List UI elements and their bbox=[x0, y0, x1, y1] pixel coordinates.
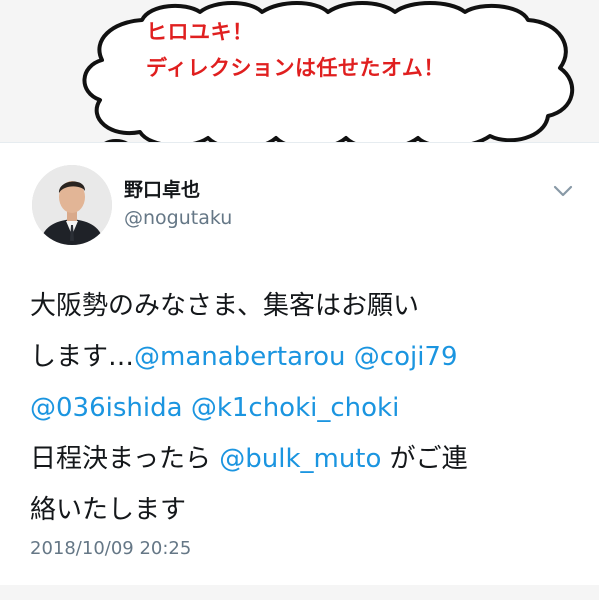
bubble-line-2: ディレクションは任せたオム！ bbox=[146, 56, 445, 80]
tweet-timestamp[interactable]: 2018/10/09 20:25 bbox=[30, 538, 191, 559]
bottom-band bbox=[0, 585, 599, 600]
tweet-text-segment: します… bbox=[30, 342, 135, 372]
tweet-line-3: @036ishida @k1choki_choki bbox=[30, 383, 578, 434]
tweet-text-segment: がご連 bbox=[389, 444, 468, 474]
chevron-down-icon[interactable] bbox=[552, 183, 574, 199]
tweet-text-segment: 日程決まったら bbox=[30, 444, 211, 474]
mention-link[interactable]: @bulk_muto bbox=[219, 444, 381, 474]
tweet-text-segment: 絡いたします bbox=[30, 495, 187, 525]
profile-photo-icon bbox=[32, 165, 112, 245]
mention-link[interactable]: @coji79 bbox=[354, 342, 458, 372]
tweet-line-5: 絡いたします bbox=[30, 485, 578, 536]
tweet-text-segment: 大阪勢のみなさま、集客はお願い bbox=[30, 291, 419, 321]
tweet-card: 野口卓也 @nogutaku 大阪勢のみなさま、集客はお願い します…@mana… bbox=[0, 142, 599, 586]
tweet-line-2: します…@manabertarou @coji79 bbox=[30, 332, 578, 383]
avatar[interactable] bbox=[32, 165, 112, 245]
user-handle[interactable]: @nogutaku bbox=[124, 207, 232, 229]
mention-link[interactable]: @manabertarou bbox=[134, 342, 346, 372]
thought-bubble-text: ヒロユキ！ ディレクションは任せたオム！ bbox=[146, 14, 445, 86]
tweet-text: 大阪勢のみなさま、集客はお願い します…@manabertarou @coji7… bbox=[30, 281, 578, 536]
tweet-line-1: 大阪勢のみなさま、集客はお願い bbox=[30, 281, 578, 332]
bubble-line-1: ヒロユキ！ bbox=[146, 20, 254, 44]
mention-link[interactable]: @k1choki_choki bbox=[191, 393, 400, 423]
display-name[interactable]: 野口卓也 bbox=[124, 175, 200, 202]
mention-link[interactable]: @036ishida bbox=[30, 393, 183, 423]
tweet-line-4: 日程決まったら @bulk_muto がご連 bbox=[30, 434, 578, 485]
